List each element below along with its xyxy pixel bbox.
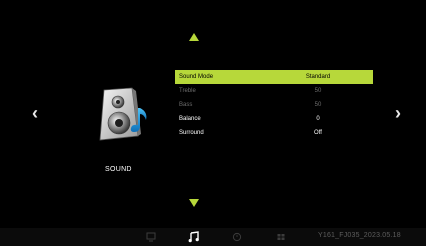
nav-left-arrow[interactable]: ‹ [32, 104, 38, 122]
monitor-icon[interactable] [145, 231, 157, 243]
menu-item-sound-mode[interactable]: Sound Mode Standard [175, 70, 373, 84]
build-info: Y161_FJ035_2023.05.18 [318, 232, 401, 239]
section-title: SOUND [105, 166, 132, 173]
menu-item-label: Surround [179, 130, 204, 136]
menu-item-value: 50 [314, 102, 322, 108]
clock-icon[interactable] [231, 231, 243, 243]
music-note-icon[interactable] [188, 231, 200, 243]
triangle-up-icon[interactable] [189, 33, 199, 41]
menu-item-label: Bass [179, 102, 193, 108]
menu-item-surround[interactable]: Surround Off [175, 126, 373, 140]
menu-item-balance[interactable]: Balance 0 [175, 112, 373, 126]
menu-item-value: Standard [305, 74, 331, 80]
sound-menu-panel: ‹ › SOUND Sound Mode Standard Treble 50 … [0, 0, 426, 228]
menu-tab-bar: Y161_FJ035_2023.05.18 [0, 228, 426, 246]
menu-item-label: Balance [179, 116, 201, 122]
nav-right-arrow[interactable]: › [395, 104, 401, 122]
menu-item-treble: Treble 50 [175, 84, 373, 98]
menu-item-value: 50 [314, 88, 322, 94]
tv-screen: ‹ › SOUND Sound Mode Standard Treble 50 … [0, 0, 426, 246]
menu-item-label: Sound Mode [179, 74, 214, 80]
sound-settings-menu: Sound Mode Standard Treble 50 Bass 50 Ba… [175, 70, 373, 140]
menu-item-label: Treble [179, 88, 196, 94]
menu-item-value: 0 [316, 116, 320, 122]
menu-item-value: Off [314, 130, 322, 136]
speaker-music-icon [94, 86, 154, 142]
menu-item-bass: Bass 50 [175, 98, 373, 112]
triangle-down-icon[interactable] [189, 199, 199, 207]
grid-icon[interactable] [275, 231, 287, 243]
